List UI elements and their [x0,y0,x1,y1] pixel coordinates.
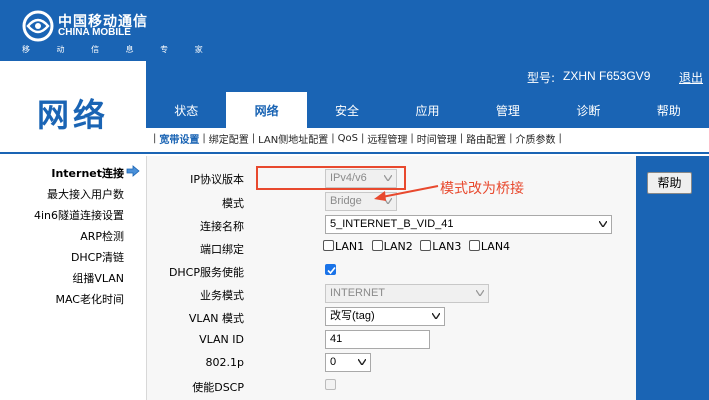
connection-name-select[interactable]: 5_INTERNET_B_VID_41 [325,215,612,234]
subnav-lan-address[interactable]: LAN侧地址配置 [258,131,328,146]
subnav-time-management[interactable]: 时间管理 [417,131,457,146]
subnav-separator: | [202,132,206,144]
header-divider [0,152,709,154]
dot1p-label: 802.1p [205,356,244,369]
subnav-separator: | [509,132,513,144]
subnav-separator: | [558,132,562,144]
dot1p-select[interactable]: 0 [325,353,371,372]
menu-item-mac-aging[interactable]: MAC老化时间 [55,291,124,307]
chevron-down-icon [358,359,366,365]
model-label: 型号: [527,71,556,85]
dscp-enable-label: 使能DSCP [192,381,244,394]
annotation-arrow-icon [374,185,439,201]
subnav-separator: | [360,132,365,144]
subnav-separator: | [331,132,335,144]
lan3-checkbox[interactable] [420,240,432,251]
brand-name-en: CHINA MOBILE [58,27,131,38]
subnav-binding[interactable]: 绑定配置 [209,131,249,146]
chevron-down-icon [476,290,484,296]
tab-application[interactable]: 应用 [387,92,467,128]
lan3-label: LAN3 [432,240,462,253]
ip-version-label: IP协议版本 [190,173,244,186]
port-lan4[interactable]: LAN4 [468,240,511,253]
logout-link[interactable]: 退出 [679,69,703,86]
vlan-mode-value: 改写(tag) [330,310,375,322]
vlan-mode-select[interactable]: 改写(tag) [325,307,445,326]
menu-item-internet[interactable]: Internet连接 [51,165,124,181]
port-binding-group: LAN1 LAN2 LAN3 LAN4 [323,240,510,253]
lan4-checkbox[interactable] [468,240,480,251]
subnav-media-params[interactable]: 介质参数 [515,131,555,146]
service-mode-label: 业务模式 [200,289,244,302]
vlan-id-input[interactable]: 41 [325,330,430,349]
chevron-down-icon [599,221,607,227]
port-binding-label: 端口绑定 [200,243,244,256]
tab-status[interactable]: 状态 [146,92,226,128]
service-mode-value: INTERNET [330,287,385,299]
subnav-remote-management[interactable]: 远程管理 [367,131,407,146]
sub-navigation: | 宽带设置 | 绑定配置 | LAN侧地址配置 | QoS | 远程管理 | … [146,128,709,148]
mode-label: 模式 [222,197,244,210]
page-title: 网络 [36,96,109,134]
menu-item-max-users[interactable]: 最大接入用户数 [47,186,124,202]
subnav-routing[interactable]: 路由配置 [466,131,506,146]
vlan-mode-label: VLAN 模式 [188,312,244,325]
subnav-qos[interactable]: QoS [338,133,358,144]
tab-help[interactable]: 帮助 [629,92,709,128]
tab-network[interactable]: 网络 [226,92,307,128]
help-button[interactable]: 帮助 [647,172,692,194]
lan1-label: LAN1 [335,240,365,253]
dhcp-enable-label: DHCP服务使能 [168,266,244,279]
subnav-separator: | [251,132,256,144]
annotation-text: 模式改为桥接 [440,181,524,197]
vlan-id-label: VLAN ID [199,333,244,346]
lan4-label: LAN4 [480,240,511,253]
mode-value: Bridge [330,195,362,207]
check-icon [327,266,336,275]
menu-item-dhcp-chain[interactable]: DHCP清链 [71,249,124,265]
subnav-broadband[interactable]: 宽带设置 [159,131,199,146]
service-mode-select[interactable]: INTERNET [325,284,489,303]
connection-name-value: 5_INTERNET_B_VID_41 [330,218,454,230]
lan2-checkbox[interactable] [371,240,383,251]
left-menu: Internet连接 最大接入用户数 4in6隧道连接设置 ARP检测 DHCP… [0,156,146,400]
tab-management[interactable]: 管理 [468,92,548,128]
vlan-id-value: 41 [330,333,343,345]
menu-item-4in6-tunnel[interactable]: 4in6隧道连接设置 [34,207,124,223]
tab-diagnostics[interactable]: 诊断 [548,92,628,128]
port-lan3[interactable]: LAN3 [420,240,461,253]
menu-item-multicast-vlan[interactable]: 组播VLAN [72,270,124,286]
model-value: ZXHN F653GV9 [563,69,651,83]
brand-slogan: 移 动 信 息 专 家 [22,45,215,54]
dot1p-value: 0 [330,356,337,368]
tab-security[interactable]: 安全 [307,92,387,128]
lan2-label: LAN2 [383,240,413,253]
connection-name-label: 连接名称 [200,220,244,233]
lan1-checkbox[interactable] [323,240,334,251]
port-lan2[interactable]: LAN2 [371,240,413,253]
brand-header: 中国移动通信 CHINA MOBILE 移 动 信 息 专 家 [0,0,709,61]
arrow-right-icon [126,165,140,177]
main-tabs: 状态 网络 安全 应用 管理 诊断 帮助 [146,92,709,128]
dhcp-enable-checkbox[interactable] [325,264,336,275]
chevron-down-icon [432,313,440,319]
subnav-separator: | [410,132,414,144]
subnav-separator: | [459,132,464,144]
port-lan1[interactable]: LAN1 [323,240,364,253]
china-mobile-logo-icon [22,10,54,42]
subnav-separator: | [153,132,157,144]
dscp-enable-checkbox[interactable] [325,379,336,390]
menu-item-arp-detection[interactable]: ARP检测 [80,228,124,244]
